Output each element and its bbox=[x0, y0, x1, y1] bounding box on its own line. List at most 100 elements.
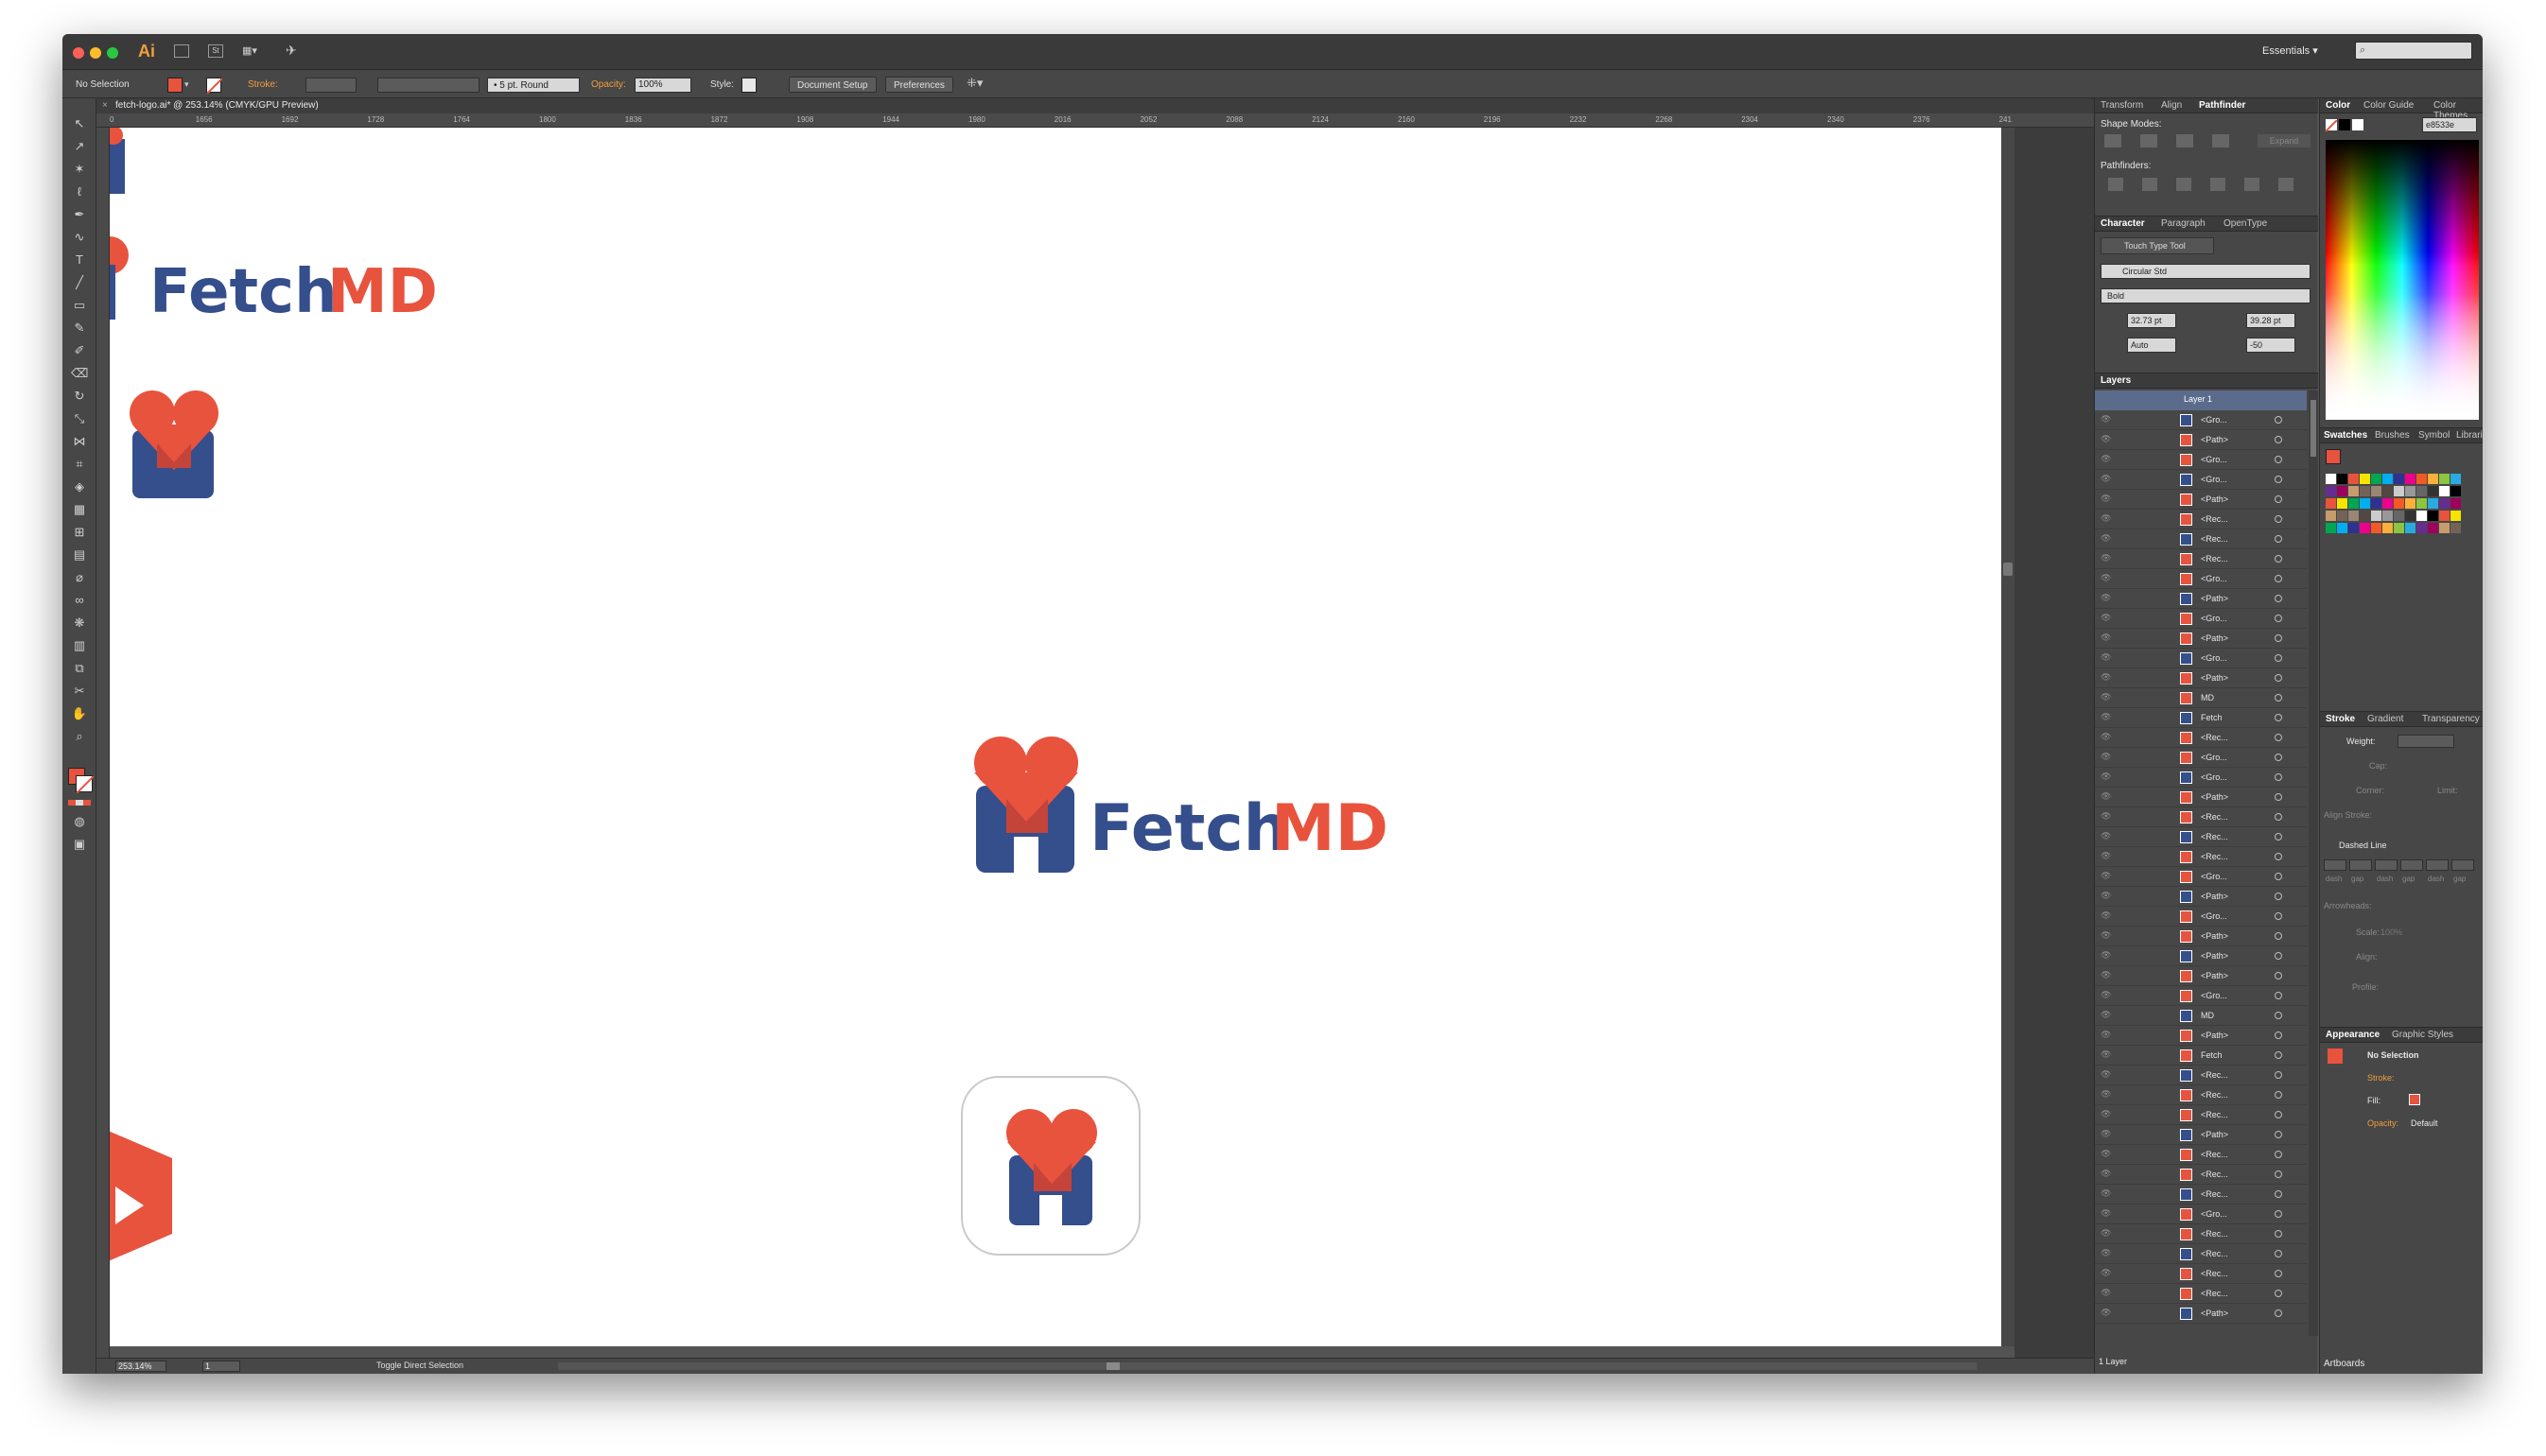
slice-tool-icon[interactable]: ✂ bbox=[71, 683, 88, 700]
intersect-button[interactable] bbox=[2176, 134, 2193, 147]
layer-row[interactable]: 👁 <Path> bbox=[2095, 1125, 2307, 1145]
layer-row-label[interactable]: <Path> bbox=[2201, 892, 2228, 901]
target-circle-icon[interactable] bbox=[2275, 1131, 2282, 1138]
layer-row-label[interactable]: <Gro... bbox=[2201, 614, 2227, 623]
visibility-eye-icon[interactable]: 👁 bbox=[2101, 791, 2111, 802]
gradient-tool-icon[interactable]: ▤ bbox=[71, 546, 88, 563]
target-circle-icon[interactable] bbox=[2275, 495, 2282, 503]
hex-color-field[interactable]: e8533e bbox=[2422, 117, 2477, 132]
layer-row-label[interactable]: MD bbox=[2201, 693, 2214, 702]
color-swatch[interactable] bbox=[2450, 498, 2461, 509]
tab-paragraph[interactable]: Paragraph bbox=[2161, 218, 2206, 229]
layer-row[interactable]: 👁 <Rec... bbox=[2095, 1105, 2307, 1125]
visibility-eye-icon[interactable]: 👁 bbox=[2101, 1248, 2111, 1258]
layer-row[interactable]: 👁 Fetch bbox=[2095, 1046, 2307, 1066]
layer-row-label[interactable]: <Gro... bbox=[2201, 574, 2227, 583]
color-swatch[interactable] bbox=[2371, 498, 2381, 509]
visibility-eye-icon[interactable]: 👁 bbox=[2101, 1089, 2111, 1100]
color-swatch[interactable] bbox=[2416, 498, 2427, 509]
tab-gradient[interactable]: Gradient bbox=[2367, 714, 2403, 724]
layer-row-label[interactable]: <Rec... bbox=[2201, 1090, 2228, 1100]
color-swatch[interactable] bbox=[2405, 523, 2415, 533]
color-swatch[interactable] bbox=[2416, 523, 2427, 533]
target-circle-icon[interactable] bbox=[2275, 912, 2282, 920]
visibility-eye-icon[interactable]: 👁 bbox=[2101, 633, 2111, 643]
tab-graphic-styles[interactable]: Graphic Styles bbox=[2392, 1030, 2453, 1040]
eyedropper-tool-icon[interactable]: ⌀ bbox=[71, 569, 88, 586]
color-swatch[interactable] bbox=[2439, 486, 2450, 496]
color-swatch[interactable] bbox=[2360, 486, 2370, 496]
outline-button[interactable] bbox=[2244, 178, 2259, 191]
target-circle-icon[interactable] bbox=[2275, 1170, 2282, 1178]
color-swatch[interactable] bbox=[2394, 498, 2404, 509]
layer-row[interactable]: 👁 <Rec... bbox=[2095, 728, 2307, 748]
visibility-eye-icon[interactable]: 👁 bbox=[2101, 1208, 2111, 1219]
layer-row-label[interactable]: <Path> bbox=[2201, 1031, 2228, 1040]
artboards-panel-tab[interactable]: Artboards bbox=[2324, 1359, 2364, 1369]
tab-swatches[interactable]: Swatches bbox=[2324, 430, 2367, 441]
layer-row-label[interactable]: <Path> bbox=[2201, 633, 2228, 643]
vertical-scroll-thumb[interactable] bbox=[2003, 563, 2013, 576]
layer-row-label[interactable]: <Gro... bbox=[2201, 872, 2227, 881]
layer-row-label[interactable]: <Rec... bbox=[2201, 733, 2228, 742]
color-swatch[interactable] bbox=[2382, 511, 2393, 521]
color-swatch[interactable] bbox=[2348, 486, 2359, 496]
layer-row-label[interactable]: <Path> bbox=[2201, 1309, 2228, 1318]
curvature-tool-icon[interactable]: ∿ bbox=[71, 229, 88, 246]
stroke-weight-field[interactable] bbox=[305, 78, 357, 93]
lasso-tool-icon[interactable]: ℓ bbox=[71, 183, 88, 200]
visibility-eye-icon[interactable]: 👁 bbox=[2101, 494, 2111, 504]
trim-button[interactable] bbox=[2142, 178, 2157, 191]
scale-value[interactable]: 100% bbox=[2380, 927, 2402, 937]
layer-row-label[interactable]: MD bbox=[2201, 1011, 2214, 1020]
opacity-field[interactable]: 100% bbox=[635, 78, 691, 93]
color-swatch[interactable] bbox=[2337, 474, 2347, 484]
target-circle-icon[interactable] bbox=[2275, 416, 2282, 424]
color-swatch[interactable] bbox=[2337, 523, 2347, 533]
paintbrush-tool-icon[interactable]: ✎ bbox=[71, 320, 88, 337]
layer-row-label[interactable]: <Gro... bbox=[2201, 911, 2227, 921]
visibility-eye-icon[interactable]: 👁 bbox=[2101, 414, 2111, 425]
target-circle-icon[interactable] bbox=[2275, 972, 2282, 979]
color-swatch[interactable] bbox=[2428, 523, 2438, 533]
layer-row[interactable]: 👁 <Path> bbox=[2095, 490, 2307, 510]
canvas-vertical-scrollbar[interactable] bbox=[2001, 128, 2014, 1346]
target-circle-icon[interactable] bbox=[2275, 1309, 2282, 1317]
layer-row[interactable]: 👁 <Path> bbox=[2095, 668, 2307, 688]
canvas-horizontal-scrollbar[interactable] bbox=[558, 1362, 1977, 1370]
direct-selection-tool-icon[interactable]: ↗ bbox=[71, 138, 88, 155]
document-setup-button[interactable]: Document Setup bbox=[789, 77, 877, 93]
tab-libraries[interactable]: Librarie bbox=[2456, 430, 2483, 441]
layer-row-label[interactable]: <Rec... bbox=[2201, 554, 2228, 563]
tab-transform[interactable]: Transform bbox=[2101, 100, 2143, 111]
target-circle-icon[interactable] bbox=[2275, 1031, 2282, 1039]
layer-row-label[interactable]: Fetch bbox=[2201, 713, 2223, 722]
color-swatch[interactable] bbox=[2348, 511, 2359, 521]
workspace-switcher[interactable]: Essentials ▾ bbox=[2262, 44, 2318, 57]
color-swatch[interactable] bbox=[2394, 486, 2404, 496]
layer-row-label[interactable]: <Gro... bbox=[2201, 455, 2227, 464]
brush-definition[interactable]: • 5 pt. Round bbox=[487, 78, 580, 93]
eraser-tool-icon[interactable]: ⌫ bbox=[71, 365, 88, 382]
layer-row[interactable]: 👁 <Rec... bbox=[2095, 1264, 2307, 1284]
fill-swatch[interactable] bbox=[167, 78, 183, 93]
tab-symbol[interactable]: Symbol bbox=[2418, 430, 2450, 441]
color-mode-buttons[interactable] bbox=[68, 800, 91, 806]
visibility-eye-icon[interactable]: 👁 bbox=[2101, 950, 2111, 961]
visibility-eye-icon[interactable]: 👁 bbox=[2101, 1069, 2111, 1080]
layer-row-label[interactable]: <Rec... bbox=[2201, 852, 2228, 861]
dash-gap-field[interactable] bbox=[2451, 859, 2474, 871]
layer-row[interactable]: 👁 <Gro... bbox=[2095, 649, 2307, 668]
target-circle-icon[interactable] bbox=[2275, 773, 2282, 781]
visibility-eye-icon[interactable]: 👁 bbox=[2101, 513, 2111, 524]
layer-row[interactable]: 👁 <Path> bbox=[2095, 946, 2307, 966]
layer-row[interactable]: 👁 <Gro... bbox=[2095, 1205, 2307, 1224]
tab-stroke[interactable]: Stroke bbox=[2326, 714, 2355, 724]
target-circle-icon[interactable] bbox=[2275, 1051, 2282, 1059]
layer-1-name[interactable]: Layer 1 bbox=[2184, 394, 2212, 404]
layer-row[interactable]: 👁 <Path> bbox=[2095, 927, 2307, 946]
color-swatch[interactable] bbox=[2439, 511, 2450, 521]
stroke-label[interactable]: Stroke: bbox=[248, 77, 278, 93]
layer-row-label[interactable]: <Path> bbox=[2201, 594, 2228, 603]
color-swatch[interactable] bbox=[2394, 523, 2404, 533]
